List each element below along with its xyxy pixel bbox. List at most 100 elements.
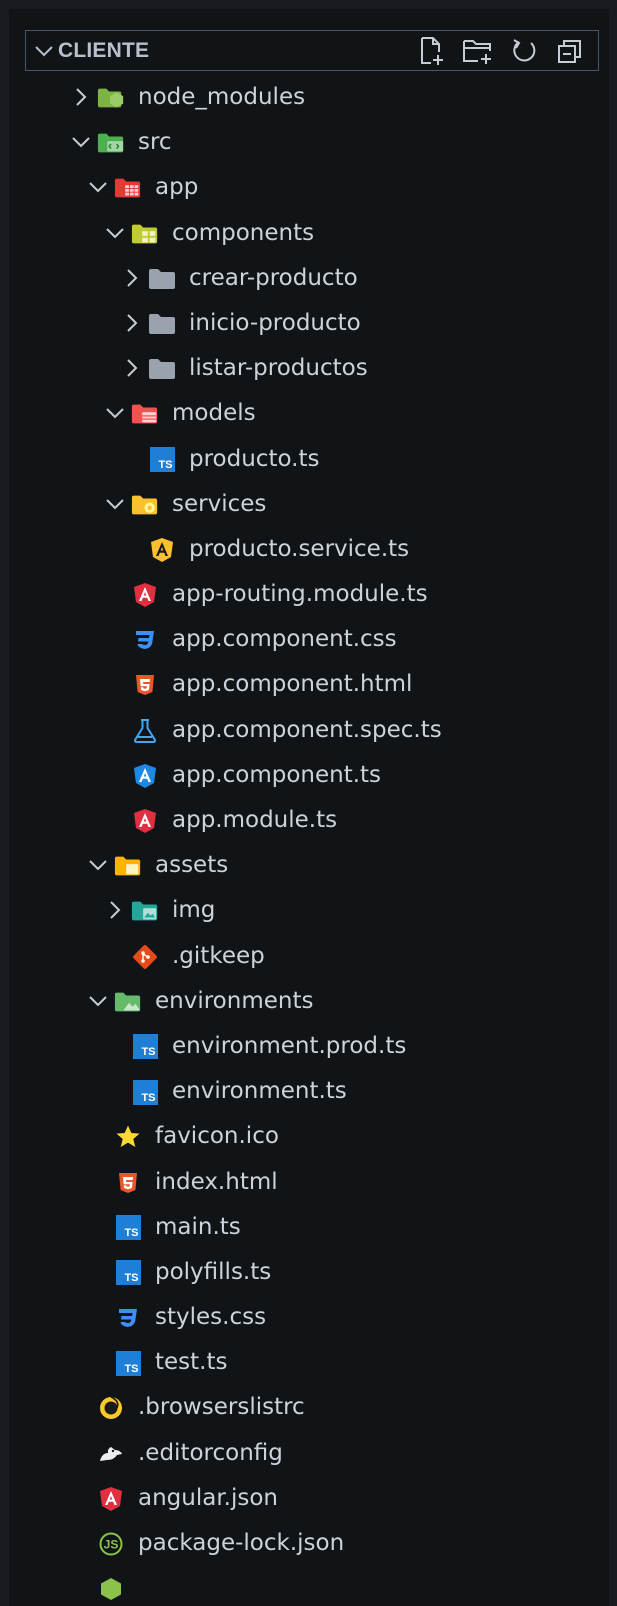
tree-file-row[interactable]: app.component.html <box>9 662 609 707</box>
tree-item-label: environments <box>155 987 314 1014</box>
angular-icon <box>97 1485 125 1513</box>
tree-file-row[interactable]: app.component.ts <box>9 753 609 798</box>
tree-folder-row[interactable]: assets <box>9 843 609 888</box>
tree-item-label: img <box>172 897 216 924</box>
tree-file-row[interactable]: TS polyfills.ts <box>9 1250 609 1295</box>
tree-file-row[interactable]: app.component.css <box>9 617 609 662</box>
tree-file-row[interactable]: JS package-lock.json <box>9 1521 609 1566</box>
tree-item-label: crear-producto <box>189 264 358 291</box>
tree-file-row[interactable]: producto.service.ts <box>9 527 609 572</box>
chevron-right-icon[interactable] <box>120 311 144 335</box>
tree-item-label: .editorconfig <box>138 1439 283 1466</box>
star-icon <box>114 1123 142 1151</box>
tree-folder-row[interactable]: node_modules <box>9 75 609 120</box>
tree-folder-row[interactable]: models <box>9 391 609 436</box>
tree-file-row[interactable]: app-routing.module.ts <box>9 572 609 617</box>
tree-item-label: services <box>172 490 267 517</box>
chevron-down-icon[interactable] <box>69 130 93 154</box>
chevron-down-icon[interactable] <box>103 492 127 516</box>
folder-components-icon <box>131 220 159 248</box>
css-icon <box>131 626 159 654</box>
tree-item-label: angular.json <box>138 1484 279 1511</box>
tree-file-row[interactable]: app.module.ts <box>9 798 609 843</box>
css-icon <box>114 1304 142 1332</box>
folder-icon <box>148 355 176 383</box>
typescript-icon: TS <box>114 1259 142 1287</box>
chevron-right-icon[interactable] <box>103 898 127 922</box>
nodejs-icon <box>97 1575 125 1603</box>
chevron-down-icon[interactable] <box>86 989 110 1013</box>
tree-item-label: environment.prod.ts <box>172 1032 407 1059</box>
tree-file-row[interactable]: TS environment.prod.ts <box>9 1024 609 1069</box>
tree-file-row[interactable]: TS main.ts <box>9 1205 609 1250</box>
tree-item-label: inicio-producto <box>189 309 361 336</box>
tree-item-label: app.component.html <box>172 671 413 698</box>
tree-file-row[interactable]: angular.json <box>9 1476 609 1521</box>
explorer-section-header[interactable]: CLIENTE <box>25 30 599 71</box>
tree-item-label: producto.service.ts <box>189 535 410 562</box>
tree-item-label: environment.ts <box>172 1078 347 1105</box>
explorer-title: CLIENTE <box>58 38 150 62</box>
tree-item-label: listar-productos <box>189 355 368 382</box>
tree-folder-row[interactable]: crear-producto <box>9 256 609 301</box>
tree-item-label: src <box>138 129 172 156</box>
tree-folder-row[interactable]: services <box>9 482 609 527</box>
folder-environments-icon <box>114 988 142 1016</box>
refresh-icon[interactable] <box>508 35 540 67</box>
tree-file-row[interactable]: TS producto.ts <box>9 437 609 482</box>
chevron-right-icon[interactable] <box>69 85 93 109</box>
tree-folder-row[interactable]: src <box>9 120 609 165</box>
explorer-panel: CLIENTE node_modulessrc app components crea… <box>9 9 609 1606</box>
chevron-down-icon[interactable] <box>103 221 127 245</box>
tree-file-row[interactable]: TS test.ts <box>9 1340 609 1385</box>
editorconfig-icon <box>97 1440 125 1468</box>
tree-item-label: producto.ts <box>189 445 320 472</box>
tree-item-label: favicon.ico <box>155 1123 279 1150</box>
tree-item-label: app.module.ts <box>172 807 338 833</box>
tree-item-label: app.component.ts <box>172 761 382 788</box>
tree-folder-row[interactable]: components <box>9 211 609 256</box>
tree-item-label: app.component.spec.ts <box>172 716 442 743</box>
folder-images-icon <box>131 897 159 925</box>
chevron-down-icon[interactable] <box>30 44 58 58</box>
npm-icon: JS <box>97 1530 125 1558</box>
tree-file-row[interactable]: TS environment.ts <box>9 1069 609 1114</box>
chevron-down-icon[interactable] <box>86 175 110 199</box>
tree-file-row[interactable]: app.component.spec.ts <box>9 708 609 753</box>
explorer-actions <box>416 35 586 67</box>
collapse-all-icon[interactable] <box>554 35 586 67</box>
typescript-icon: TS <box>114 1214 142 1242</box>
tree-file-row[interactable]: styles.css <box>9 1295 609 1340</box>
new-file-icon[interactable] <box>416 35 448 67</box>
tree-file-row[interactable]: favicon.ico <box>9 1114 609 1159</box>
typescript-icon: TS <box>114 1349 142 1377</box>
chevron-down-icon[interactable] <box>86 853 110 877</box>
tree-file-row[interactable]: .browserslistrc <box>9 1385 609 1430</box>
tree-folder-row[interactable]: environments <box>9 979 609 1024</box>
tree-item-label: main.ts <box>155 1213 241 1240</box>
tree-folder-row[interactable]: listar-productos <box>9 346 609 391</box>
typescript-icon: TS <box>131 1033 159 1061</box>
tree-item-label: styles.css <box>155 1304 267 1331</box>
tree-file-row[interactable] <box>9 1566 609 1606</box>
tree-folder-row[interactable]: app <box>9 165 609 210</box>
tree-item-label: index.html <box>155 1168 278 1195</box>
file-tree: node_modulessrc app components crear-produc… <box>9 75 609 1606</box>
angular-icon <box>131 581 159 609</box>
chevron-right-icon[interactable] <box>120 356 144 380</box>
tree-file-row[interactable]: index.html <box>9 1160 609 1205</box>
tree-item-label: app <box>155 174 199 201</box>
tree-folder-row[interactable]: img <box>9 888 609 933</box>
folder-node-icon <box>97 84 125 112</box>
new-folder-icon[interactable] <box>462 35 494 67</box>
tree-folder-row[interactable]: inicio-producto <box>9 301 609 346</box>
tree-item-label: assets <box>155 852 229 879</box>
html-icon <box>114 1169 142 1197</box>
tree-file-row[interactable]: .editorconfig <box>9 1431 609 1476</box>
tree-file-row[interactable]: .gitkeep <box>9 934 609 979</box>
chevron-down-icon[interactable] <box>103 401 127 425</box>
folder-icon <box>148 310 176 338</box>
chevron-right-icon[interactable] <box>120 266 144 290</box>
test-flask-icon <box>131 717 159 745</box>
typescript-icon: TS <box>148 446 176 474</box>
